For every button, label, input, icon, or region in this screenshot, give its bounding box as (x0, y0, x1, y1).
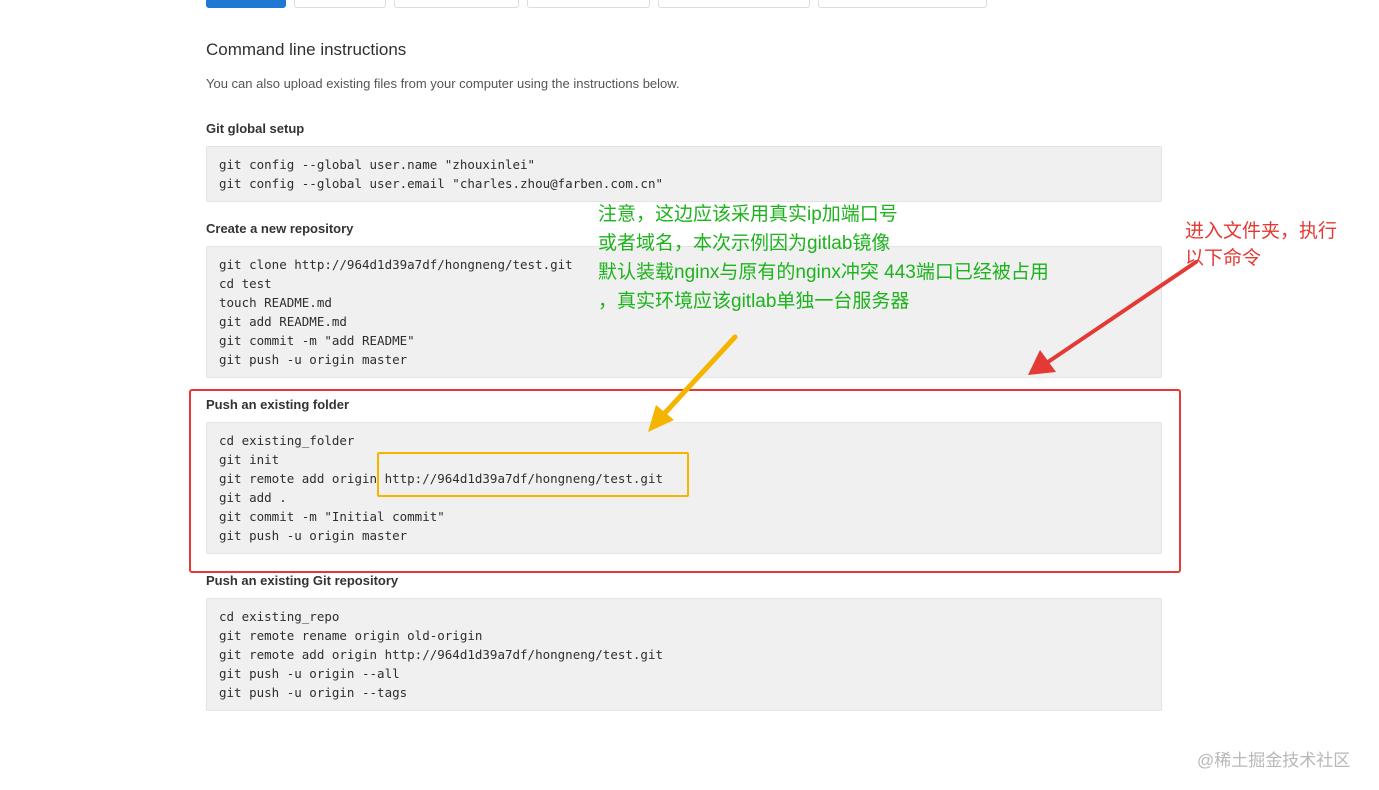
red-arrowhead (1028, 350, 1056, 375)
yellow-arrow-line (661, 334, 738, 417)
red-arrow-line (1046, 260, 1198, 364)
annotation-arrows (648, 260, 1198, 432)
watermark: @稀土掘金技术社区 (1197, 751, 1351, 770)
